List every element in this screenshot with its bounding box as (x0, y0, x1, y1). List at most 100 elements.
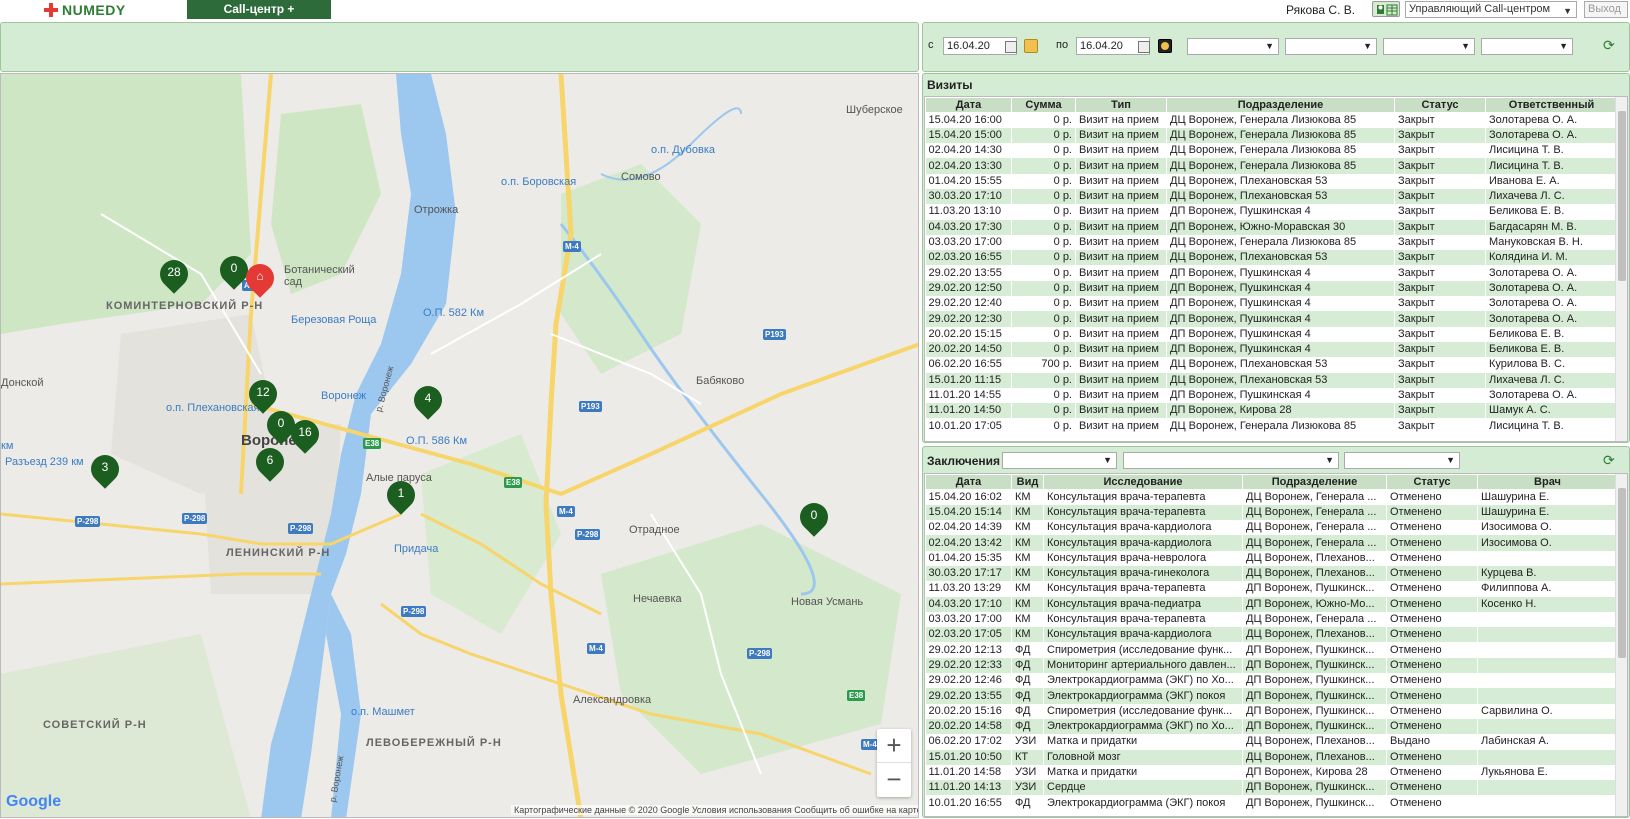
table-cell: ДП Воронеж, Кирова 28 (1166, 403, 1395, 419)
visits-scrollbar[interactable] (1615, 97, 1627, 441)
conclusions-filter-3[interactable]: ▼ (1344, 452, 1460, 469)
table-row[interactable]: 02.04.20 14:30 0 р. Визит на прием ДЦ Ворон… (925, 143, 1618, 159)
table-row[interactable]: 15.04.20 16:02 КМ Консультация врача-терап… (925, 489, 1618, 505)
scroll-thumb[interactable] (1618, 488, 1626, 658)
table-cell: ДП Воронеж, Пушкинск... (1242, 688, 1387, 704)
map-marker[interactable]: 16 (285, 414, 325, 460)
map-marker[interactable]: 0 (214, 250, 254, 296)
map-marker[interactable]: 0 (794, 497, 834, 543)
map-marker[interactable]: 4 (408, 380, 448, 426)
table-row[interactable]: 11.03.20 13:29 КМ Консультация врача-терап… (925, 581, 1618, 597)
table-row[interactable]: 02.04.20 14:39 КМ Консультация врача-карди… (925, 520, 1618, 536)
table-row[interactable]: 29.02.20 12:50 0 р. Визит на прием ДП Ворон… (925, 280, 1618, 297)
folder-icon[interactable] (1024, 39, 1038, 53)
column-header[interactable]: Дата (925, 97, 1012, 113)
table-row[interactable]: 20.02.20 14:50 0 р. Визит на прием ДП Ворон… (925, 341, 1618, 358)
table-row[interactable]: 06.02.20 17:02 УЗИ Матка и придатки ДЦ Воро… (925, 734, 1618, 750)
table-row[interactable]: 30.03.20 17:10 0 р. Визит на прием ДЦ Ворон… (925, 188, 1618, 205)
filter-select-4[interactable]: ▼ (1481, 38, 1573, 55)
column-header[interactable]: Подразделение (1166, 97, 1395, 113)
user-card-icon[interactable] (1372, 1, 1400, 17)
refresh-icon[interactable]: ⟳ (1603, 452, 1615, 469)
table-row[interactable]: 20.02.20 15:15 0 р. Визит на прием ДП Ворон… (925, 326, 1618, 342)
column-header[interactable]: Дата (925, 474, 1012, 490)
role-select[interactable]: Управляющий Call-центром ▼ (1405, 1, 1577, 18)
column-header[interactable]: Статус (1386, 474, 1478, 490)
home-marker[interactable]: ⌂ (240, 258, 280, 304)
table-row[interactable]: 02.03.20 17:05 КМ Консультация врача-карди… (925, 627, 1618, 643)
table-row[interactable]: 10.01.20 16:55 ФД Электрокардиограмма (ЭКГ… (925, 795, 1618, 811)
exit-button[interactable]: Выход (1584, 1, 1628, 18)
tab-call-center[interactable]: Call-центр + (187, 0, 331, 19)
filter-select-2[interactable]: ▼ (1285, 38, 1377, 55)
table-row[interactable]: 15.04.20 16:00 0 р. Визит на прием ДЦ Ворон… (925, 112, 1618, 128)
table-row[interactable]: 11.01.20 14:58 УЗИ Матка и придатки ДП Воро… (925, 764, 1618, 781)
logo[interactable]: NUMEDY (44, 2, 126, 18)
column-header[interactable]: Ответственный (1485, 97, 1618, 113)
table-row[interactable]: 20.02.20 15:16 ФД Спирометрия (исследовани… (925, 703, 1618, 719)
table-row[interactable]: 11.01.20 14:13 УЗИ Сердце ДП Воронеж, Пушки… (925, 780, 1618, 796)
table-row[interactable]: 01.04.20 15:35 КМ Консультация врача-невро… (925, 550, 1618, 566)
map-marker[interactable]: 1 (381, 475, 421, 521)
column-header[interactable]: Врач (1477, 474, 1618, 490)
table-cell: 0 р. (1011, 127, 1076, 144)
map-label: О.П. 582 Км (423, 307, 485, 319)
column-header[interactable]: Подразделение (1242, 474, 1387, 490)
table-row[interactable]: 15.01.20 11:15 0 р. Визит на прием ДЦ Ворон… (925, 372, 1618, 388)
map-marker[interactable]: 28 (154, 254, 194, 300)
table-cell: 0 р. (1011, 387, 1076, 404)
refresh-icon[interactable]: ⟳ (1603, 37, 1615, 54)
table-row[interactable]: 06.02.20 16:55 700 р. Визит на прием ДЦ Вор… (925, 357, 1618, 373)
conclusions-scrollbar[interactable] (1615, 474, 1627, 816)
column-header[interactable]: Статус (1394, 97, 1486, 113)
table-row[interactable]: 04.03.20 17:10 КМ Консультация врача-педиа… (925, 596, 1618, 612)
map-marker[interactable]: 3 (85, 449, 125, 495)
table-row[interactable]: 02.04.20 13:30 0 р. Визит на прием ДЦ Ворон… (925, 158, 1618, 174)
calendar-icon[interactable] (1005, 41, 1017, 53)
table-row[interactable]: 11.01.20 14:55 0 р. Визит на прием ДП Ворон… (925, 387, 1618, 404)
table-row[interactable]: 15.04.20 15:00 0 р. Визит на прием ДЦ Ворон… (925, 127, 1618, 144)
table-row[interactable]: 20.02.20 14:58 ФД Электрокардиограмма (ЭКГ… (925, 718, 1618, 735)
map-marker[interactable]: 6 (250, 442, 290, 488)
column-header[interactable]: Сумма (1011, 97, 1076, 113)
table-row[interactable]: 03.03.20 17:00 КМ Консультация врача-терап… (925, 611, 1618, 628)
table-row[interactable]: 11.03.20 13:10 0 р. Визит на прием ДП Ворон… (925, 204, 1618, 220)
scroll-thumb[interactable] (1618, 111, 1626, 281)
to-date-input[interactable]: 16.04.20 (1076, 37, 1150, 55)
table-row[interactable]: 04.03.20 17:30 0 р. Визит на прием ДП Ворон… (925, 219, 1618, 235)
table-row[interactable]: 29.02.20 12:46 ФД Электрокардиограмма (ЭКГ… (925, 673, 1618, 689)
table-row[interactable]: 03.03.20 17:00 0 р. Визит на прием ДЦ Ворон… (925, 234, 1618, 251)
filter-select-3[interactable]: ▼ (1383, 38, 1475, 55)
filter-select-1[interactable]: ▼ (1187, 38, 1279, 55)
moon-icon[interactable] (1158, 39, 1172, 53)
table-row[interactable]: 10.01.20 17:05 0 р. Визит на прием ДЦ Ворон… (925, 418, 1618, 434)
column-header[interactable]: Тип (1075, 97, 1167, 113)
table-cell: ФД (1011, 673, 1044, 689)
zoom-in-button[interactable]: + (877, 729, 911, 763)
table-row[interactable]: 15.04.20 15:14 КМ Консультация врача-терап… (925, 504, 1618, 521)
chevron-down-icon: ▼ (1363, 41, 1372, 51)
table-row[interactable]: 11.01.20 14:50 0 р. Визит на прием ДП Ворон… (925, 403, 1618, 419)
table-row[interactable]: 01.04.20 15:55 0 р. Визит на прием ДЦ Ворон… (925, 173, 1618, 189)
table-cell: Закрыт (1394, 112, 1486, 128)
conclusions-filter-2[interactable]: ▼ (1123, 452, 1339, 469)
zoom-out-button[interactable]: − (877, 763, 911, 797)
table-row[interactable]: 15.01.20 10:50 КТ Головной мозг ДЦ Воронеж,… (925, 749, 1618, 765)
table-cell (1477, 795, 1618, 811)
table-row[interactable]: 29.02.20 13:55 0 р. Визит на прием ДП Ворон… (925, 265, 1618, 281)
column-header[interactable]: Исследование (1043, 474, 1243, 490)
table-row[interactable]: 29.02.20 12:40 0 р. Визит на прием ДП Ворон… (925, 296, 1618, 312)
from-date-input[interactable]: 16.04.20 (943, 37, 1017, 55)
conclusions-filter-1[interactable]: ▼ (1002, 452, 1117, 469)
table-row[interactable]: 29.02.20 12:33 ФД Мониторинг артериального… (925, 657, 1618, 674)
table-row[interactable]: 29.02.20 12:30 0 р. Визит на прием ДП Ворон… (925, 311, 1618, 327)
table-row[interactable]: 30.03.20 17:17 КМ Консультация врача-гинек… (925, 565, 1618, 582)
table-row[interactable]: 29.02.20 13:55 ФД Электрокардиограмма (ЭКГ… (925, 688, 1618, 704)
map[interactable]: Шуберское о.п. Дубовка о.п. Боровская Со… (0, 73, 919, 818)
table-row[interactable]: 02.04.20 13:42 КМ Консультация врача-карди… (925, 535, 1618, 551)
calendar-icon[interactable] (1138, 41, 1150, 53)
table-row[interactable]: 29.02.20 12:13 ФД Спирометрия (исследовани… (925, 642, 1618, 658)
table-cell: 02.03.20 16:55 (925, 250, 1012, 266)
table-row[interactable]: 02.03.20 16:55 0 р. Визит на прием ДЦ Ворон… (925, 250, 1618, 266)
column-header[interactable]: Вид (1011, 474, 1044, 490)
